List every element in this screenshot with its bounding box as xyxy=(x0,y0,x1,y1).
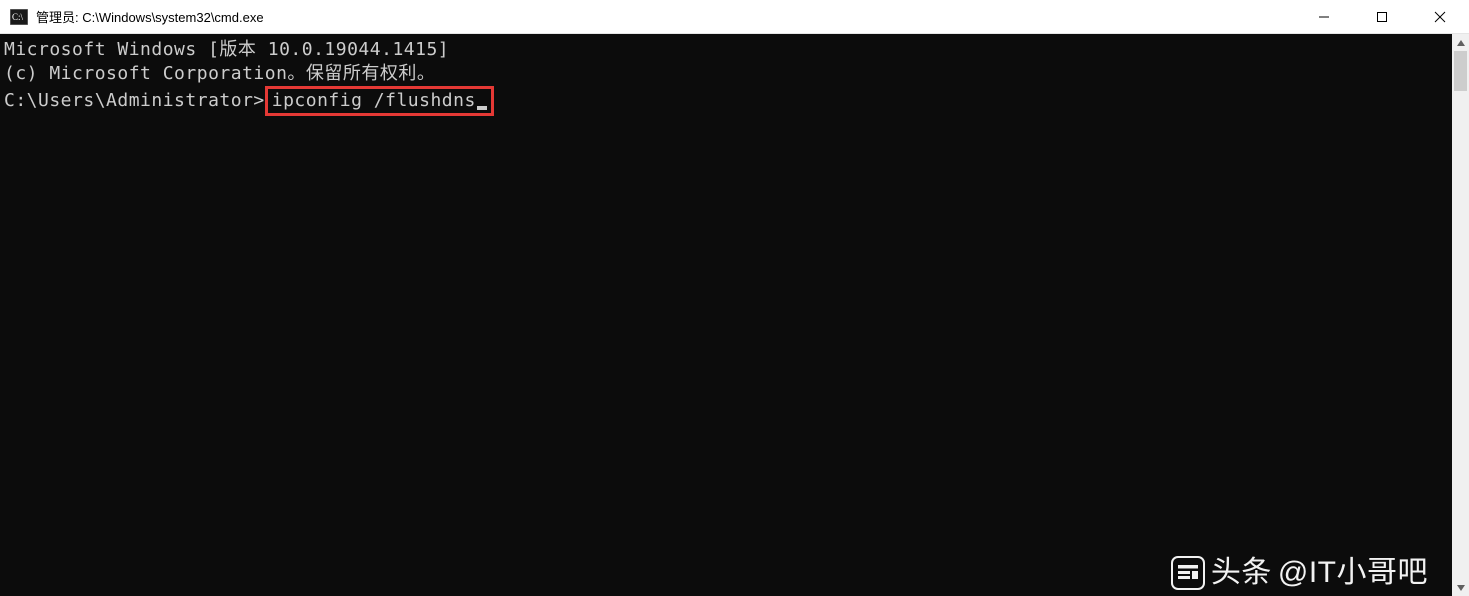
scroll-thumb[interactable] xyxy=(1454,51,1467,91)
cmd-icon: C:\ xyxy=(10,9,28,25)
client-area: Microsoft Windows [版本 10.0.19044.1415] (… xyxy=(0,34,1469,596)
minimize-button[interactable] xyxy=(1295,0,1353,33)
svg-text:C:\: C:\ xyxy=(12,12,24,22)
chevron-down-icon xyxy=(1456,583,1466,593)
window-title: 管理员: C:\Windows\system32\cmd.exe xyxy=(36,7,264,26)
cmd-window: C:\ 管理员: C:\Windows\system32\cmd.exe Mic… xyxy=(0,0,1469,596)
scroll-down-button[interactable] xyxy=(1452,579,1469,596)
output-line: (c) Microsoft Corporation。保留所有权利。 xyxy=(4,62,1448,86)
vertical-scrollbar[interactable] xyxy=(1452,34,1469,596)
watermark: 头条 @IT小哥吧 xyxy=(1171,556,1428,590)
minimize-icon xyxy=(1318,11,1330,23)
command-text: ipconfig /flushdns xyxy=(272,89,476,113)
toutiao-logo-icon xyxy=(1171,556,1205,590)
terminal[interactable]: Microsoft Windows [版本 10.0.19044.1415] (… xyxy=(0,34,1452,596)
close-button[interactable] xyxy=(1411,0,1469,33)
scroll-up-button[interactable] xyxy=(1452,34,1469,51)
command-highlight: ipconfig /flushdns xyxy=(265,86,494,116)
prompt-line: C:\Users\Administrator> ipconfig /flushd… xyxy=(4,86,1448,116)
cursor xyxy=(477,106,487,110)
output-line: Microsoft Windows [版本 10.0.19044.1415] xyxy=(4,38,1448,62)
titlebar[interactable]: C:\ 管理员: C:\Windows\system32\cmd.exe xyxy=(0,0,1469,34)
watermark-text: @IT小哥吧 xyxy=(1278,561,1428,585)
prompt-text: C:\Users\Administrator> xyxy=(4,89,265,113)
chevron-up-icon xyxy=(1456,38,1466,48)
maximize-icon xyxy=(1376,11,1388,23)
window-controls xyxy=(1295,0,1469,33)
watermark-prefix: 头条 xyxy=(1211,561,1272,585)
title-left: C:\ 管理员: C:\Windows\system32\cmd.exe xyxy=(0,7,1295,26)
maximize-button[interactable] xyxy=(1353,0,1411,33)
close-icon xyxy=(1434,11,1446,23)
